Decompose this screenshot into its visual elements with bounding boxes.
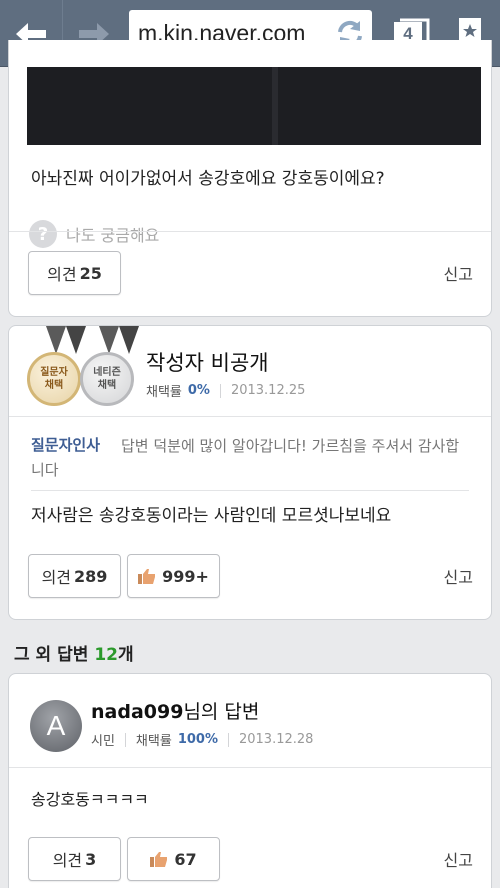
answer-card: A nada099님의 답변 시민 채택률 100% 2013.12.28 송강…: [8, 673, 492, 888]
report-link[interactable]: 신고: [444, 564, 473, 588]
like-button[interactable]: 67: [127, 837, 220, 881]
divider: [31, 490, 469, 491]
questioner-medal-icon: 질문자 채택: [27, 352, 81, 406]
thumbs-up-icon: [138, 568, 156, 584]
adopted-answer-card: 질문자 채택 네티즌 채택 작성자 비공개 채택률 0% 2013.12.25 질문…: [8, 325, 492, 620]
report-link[interactable]: 신고: [444, 847, 473, 871]
divider: [9, 767, 491, 768]
answer-text: 저사람은 송강호동이라는 사람인데 모르셧나보네요: [31, 506, 392, 526]
adoption-medals: 질문자 채택 네티즌 채택: [24, 326, 139, 408]
report-link[interactable]: 신고: [444, 261, 473, 285]
name-suffix: 님의 답변: [183, 701, 260, 723]
question-mark-icon: ?: [29, 220, 57, 248]
divider: [9, 231, 491, 232]
answer-date: 2013.12.28: [238, 732, 314, 747]
opinion-button[interactable]: 의견 3: [28, 837, 121, 881]
adoption-label: 채택률: [146, 385, 182, 400]
avatar[interactable]: A: [30, 700, 82, 752]
author-meta: 채택률 0% 2013.12.25: [146, 381, 305, 400]
question-text: 아놔진짜 어이가없어서 송강호에요 강호동이에요?: [31, 169, 385, 189]
opinion-button[interactable]: 의견 25: [28, 251, 121, 295]
question-photo: [27, 67, 481, 145]
answer-date: 2013.12.25: [230, 383, 306, 398]
opinion-label: 의견: [52, 851, 83, 870]
like-count: 67: [174, 849, 197, 869]
adoption-rate: 0%: [187, 383, 210, 398]
adoption-rate: 100%: [177, 732, 218, 747]
username: nada099: [91, 701, 184, 723]
other-answers-count: 12: [94, 645, 118, 665]
other-answers-heading: 그 외 답변 12개: [14, 640, 134, 665]
opinion-label: 의견: [47, 265, 77, 284]
netizen-medal-icon: 네티즌 채택: [80, 352, 134, 406]
opinion-count: 289: [74, 566, 108, 586]
curious-button[interactable]: ? 나도 궁금해요: [29, 220, 159, 248]
opinion-count: 3: [85, 849, 97, 869]
adoption-label: 채택률: [135, 734, 172, 749]
divider: [9, 416, 491, 417]
like-button[interactable]: 999+: [127, 554, 220, 598]
answerer-meta: 시민 채택률 100% 2013.12.28: [91, 730, 313, 749]
other-answers-prefix: 그 외 답변: [14, 645, 95, 665]
rank-label: 시민: [91, 734, 115, 749]
curious-label: 나도 궁금해요: [66, 226, 160, 245]
question-card: 아놔진짜 어이가없어서 송강호에요 강호동이에요? ? 나도 궁금해요 의견 25…: [8, 40, 492, 317]
thumbs-up-icon: [150, 851, 168, 867]
other-answers-suffix: 개: [118, 645, 134, 665]
opinion-label: 의견: [41, 568, 72, 587]
opinion-button[interactable]: 의견 289: [28, 554, 121, 598]
like-count: 999+: [162, 566, 209, 586]
opinion-count: 25: [79, 263, 102, 283]
answerer-name[interactable]: nada099님의 답변: [91, 697, 259, 724]
answer-text: 송강호동ㅋㅋㅋㅋ: [31, 790, 149, 809]
greeting-body: 답변 덕분에 많이 알아갑니다! 가르침을 주셔서 감사합니다: [31, 437, 460, 479]
author-name: 작성자 비공개: [146, 351, 269, 375]
